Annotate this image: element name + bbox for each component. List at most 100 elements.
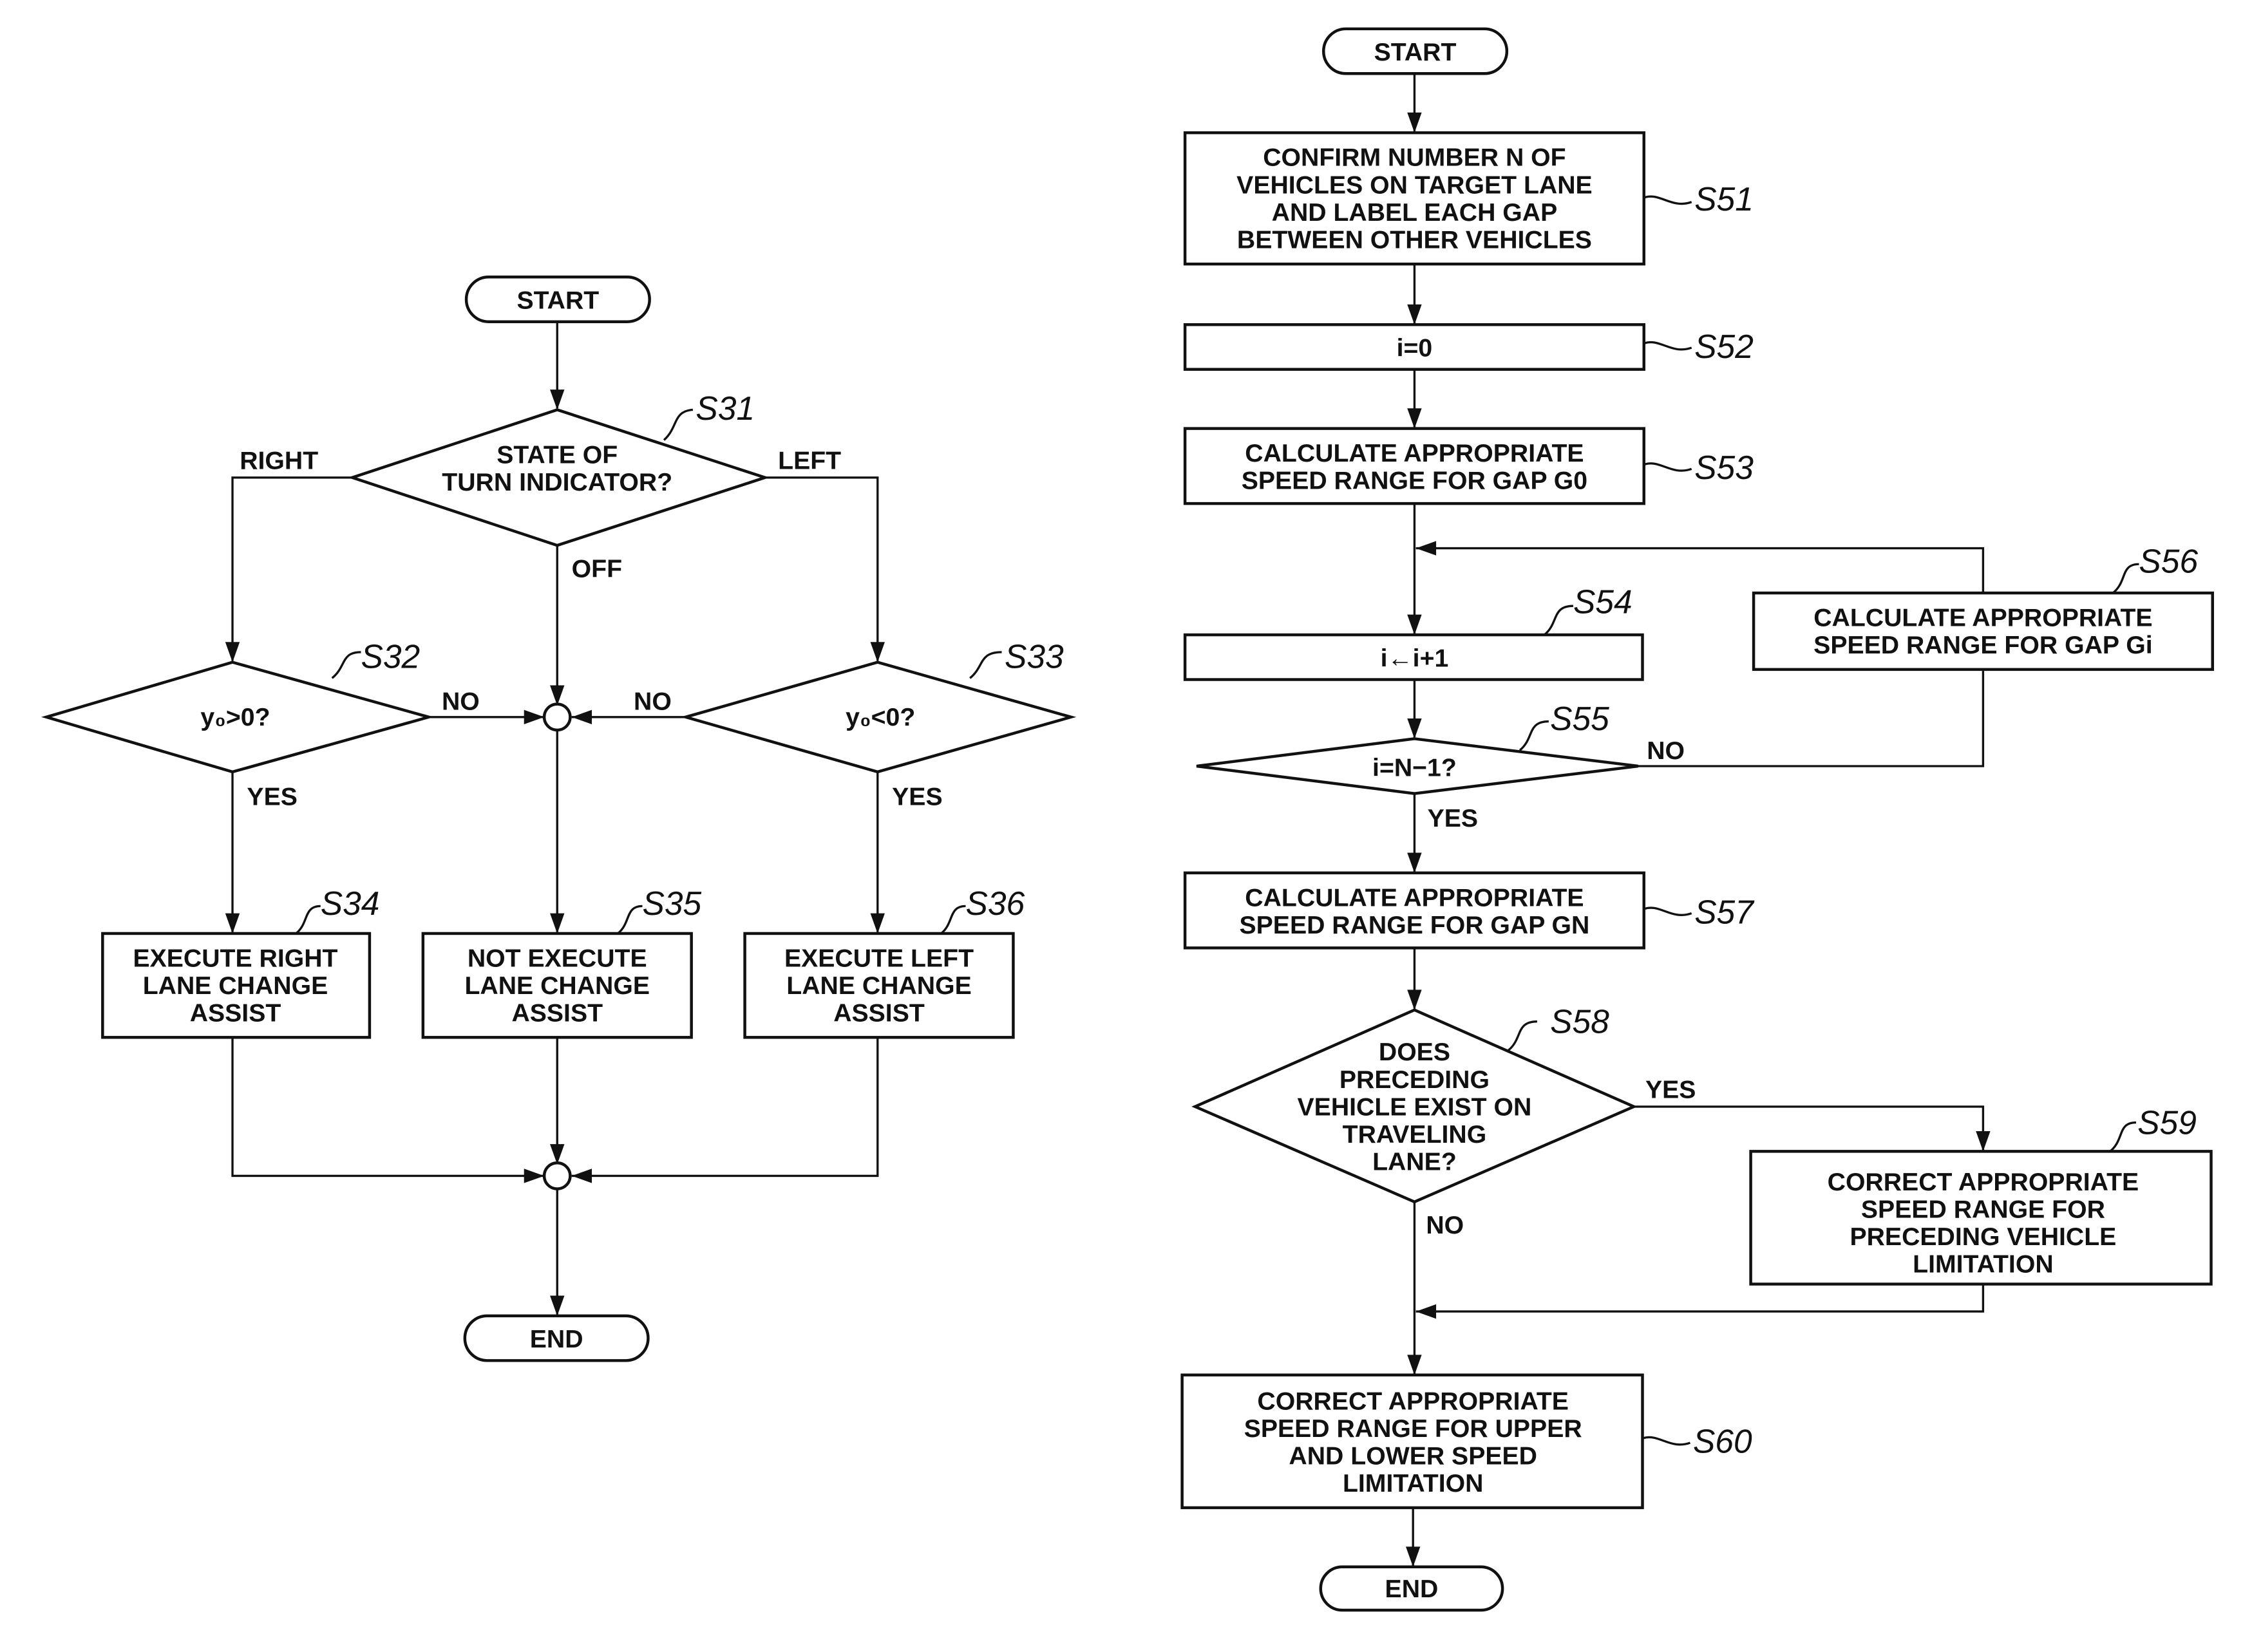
connector [1415, 547, 1985, 594]
s53-text-line1: CALCULATE APPROPRIATE [1245, 440, 1584, 467]
s32-yes-label: YES [247, 784, 297, 811]
s52-step-label: S52 [1694, 328, 1754, 365]
s36-text-line2: LANE CHANGE [786, 972, 971, 1000]
s60-text-line4: LIMITATION [1343, 1470, 1483, 1497]
branch-left-label: LEFT [778, 447, 841, 474]
s31-step-label: S31 [696, 390, 755, 427]
leader-line [1643, 341, 1692, 351]
s32-no-label: NO [442, 688, 480, 716]
arrowhead [1407, 990, 1422, 1010]
leader-line [331, 651, 361, 679]
leader-line [1507, 1020, 1537, 1051]
s58-text-line2: PRECEDING [1339, 1066, 1490, 1094]
s60-step-label: S60 [1693, 1423, 1752, 1460]
connector [1638, 671, 1985, 767]
s31-text-line2: TURN INDICATOR? [442, 469, 672, 496]
s36-text-line1: EXECUTE LEFT [784, 945, 974, 973]
s34-step-label: S34 [321, 885, 380, 922]
s58-text-line1: DOES [1379, 1038, 1450, 1066]
connector [231, 476, 353, 661]
arrowhead [571, 709, 592, 725]
leader-line [940, 905, 966, 935]
s59-text-line1: CORRECT APPROPRIATE [1828, 1169, 2139, 1196]
s55-text: i=N−1? [1372, 755, 1457, 782]
arrowhead [1407, 852, 1422, 873]
arrowhead [524, 1169, 545, 1183]
s36-step-label: S36 [965, 885, 1025, 922]
s56-step-label: S56 [2139, 543, 2198, 580]
leader-line [1544, 605, 1573, 636]
connector [1634, 1105, 1985, 1150]
s56-text-line1: CALCULATE APPROPRIATE [1813, 605, 2152, 632]
s51-text-line3: AND LABEL EACH GAP [1272, 199, 1558, 227]
s57-text-line2: SPEED RANGE FOR GAP GN [1240, 912, 1590, 939]
leader-line [1643, 195, 1692, 205]
s60-text-line3: AND LOWER SPEED [1289, 1443, 1537, 1470]
s35-text-line1: NOT EXECUTE [468, 945, 647, 973]
s51-step-label: S51 [1694, 180, 1754, 218]
s55-no-label: NO [1647, 737, 1685, 765]
arrowhead [870, 913, 885, 934]
leader-line [2112, 563, 2139, 594]
arrowhead [1407, 304, 1422, 325]
s32-text: y₀>0? [200, 704, 270, 731]
leader-line [2109, 1121, 2137, 1152]
arrowhead [550, 913, 565, 934]
branch-right-label: RIGHT [240, 447, 318, 474]
s60-text-line1: CORRECT APPROPRIATE [1257, 1388, 1569, 1416]
junction-circle [542, 1161, 572, 1190]
arrowhead [550, 1144, 565, 1165]
arrowhead [1407, 718, 1422, 739]
arrowhead [550, 390, 565, 410]
s55-step-label: S55 [1550, 700, 1609, 737]
s58-text-line5: LANE? [1372, 1148, 1457, 1176]
s35-step-label: S35 [642, 885, 701, 922]
right-flowchart: START CONFIRM NUMBER N OF VEHICLES ON TA… [1180, 27, 2214, 1612]
s58-text-line3: VEHICLE EXIST ON [1298, 1093, 1532, 1121]
s51-text-line4: BETWEEN OTHER VEHICLES [1237, 226, 1592, 254]
s51-text-line2: VEHICLES ON TARGET LANE [1236, 171, 1592, 199]
s52-text: i=0 [1397, 335, 1433, 362]
s33-step-label: S33 [1005, 638, 1064, 675]
s58-text-line4: TRAVELING [1343, 1121, 1487, 1149]
s36-text-line3: ASSIST [833, 1000, 925, 1028]
s58-step-label: S58 [1550, 1003, 1609, 1040]
arrowhead [524, 709, 545, 725]
leader-line [295, 905, 321, 935]
connector [1415, 1284, 1985, 1313]
s32-step-label: S32 [361, 638, 420, 675]
junction-circle [542, 702, 572, 732]
leader-line [1642, 1436, 1691, 1446]
arrowhead [550, 685, 565, 706]
s54-step-label: S54 [1573, 583, 1633, 620]
left-end-label: END [530, 1326, 583, 1353]
connector [571, 1037, 879, 1178]
left-start-label: START [516, 287, 599, 315]
arrowhead [1415, 541, 1437, 556]
s53-step-label: S53 [1694, 449, 1754, 486]
connector [764, 476, 879, 661]
s35-text-line3: ASSIST [511, 1000, 603, 1028]
arrowhead [571, 1169, 592, 1183]
connector [231, 1037, 545, 1178]
s51-text-line1: CONFIRM NUMBER N OF [1263, 144, 1566, 172]
arrowhead [1407, 408, 1422, 429]
s56-text-line2: SPEED RANGE FOR GAP Gi [1813, 632, 2152, 659]
s60-text-line2: SPEED RANGE FOR UPPER [1244, 1415, 1582, 1443]
right-start-label: START [1374, 39, 1457, 66]
arrowhead [225, 913, 240, 934]
left-flowchart: START STATE OF TURN INDICATOR? S31 RIGHT… [41, 276, 1077, 1362]
arrowhead [1407, 614, 1422, 635]
s34-text-line1: EXECUTE RIGHT [133, 945, 337, 973]
leader-line [663, 408, 694, 441]
s54-text: i←i+1 [1381, 644, 1449, 672]
branch-off-label: OFF [572, 555, 622, 583]
s57-text-line1: CALCULATE APPROPRIATE [1245, 884, 1584, 912]
s31-text-line1: STATE OF [497, 441, 618, 469]
s59-text-line3: PRECEDING VEHICLE [1850, 1223, 2116, 1251]
s33-text: y₀<0? [846, 704, 915, 731]
flowchart-canvas: START STATE OF TURN INDICATOR? S31 RIGHT… [41, 27, 2214, 1612]
s59-text-line4: LIMITATION [1913, 1251, 2053, 1279]
arrowhead [225, 642, 240, 662]
s58-yes-label: YES [1645, 1076, 1696, 1103]
